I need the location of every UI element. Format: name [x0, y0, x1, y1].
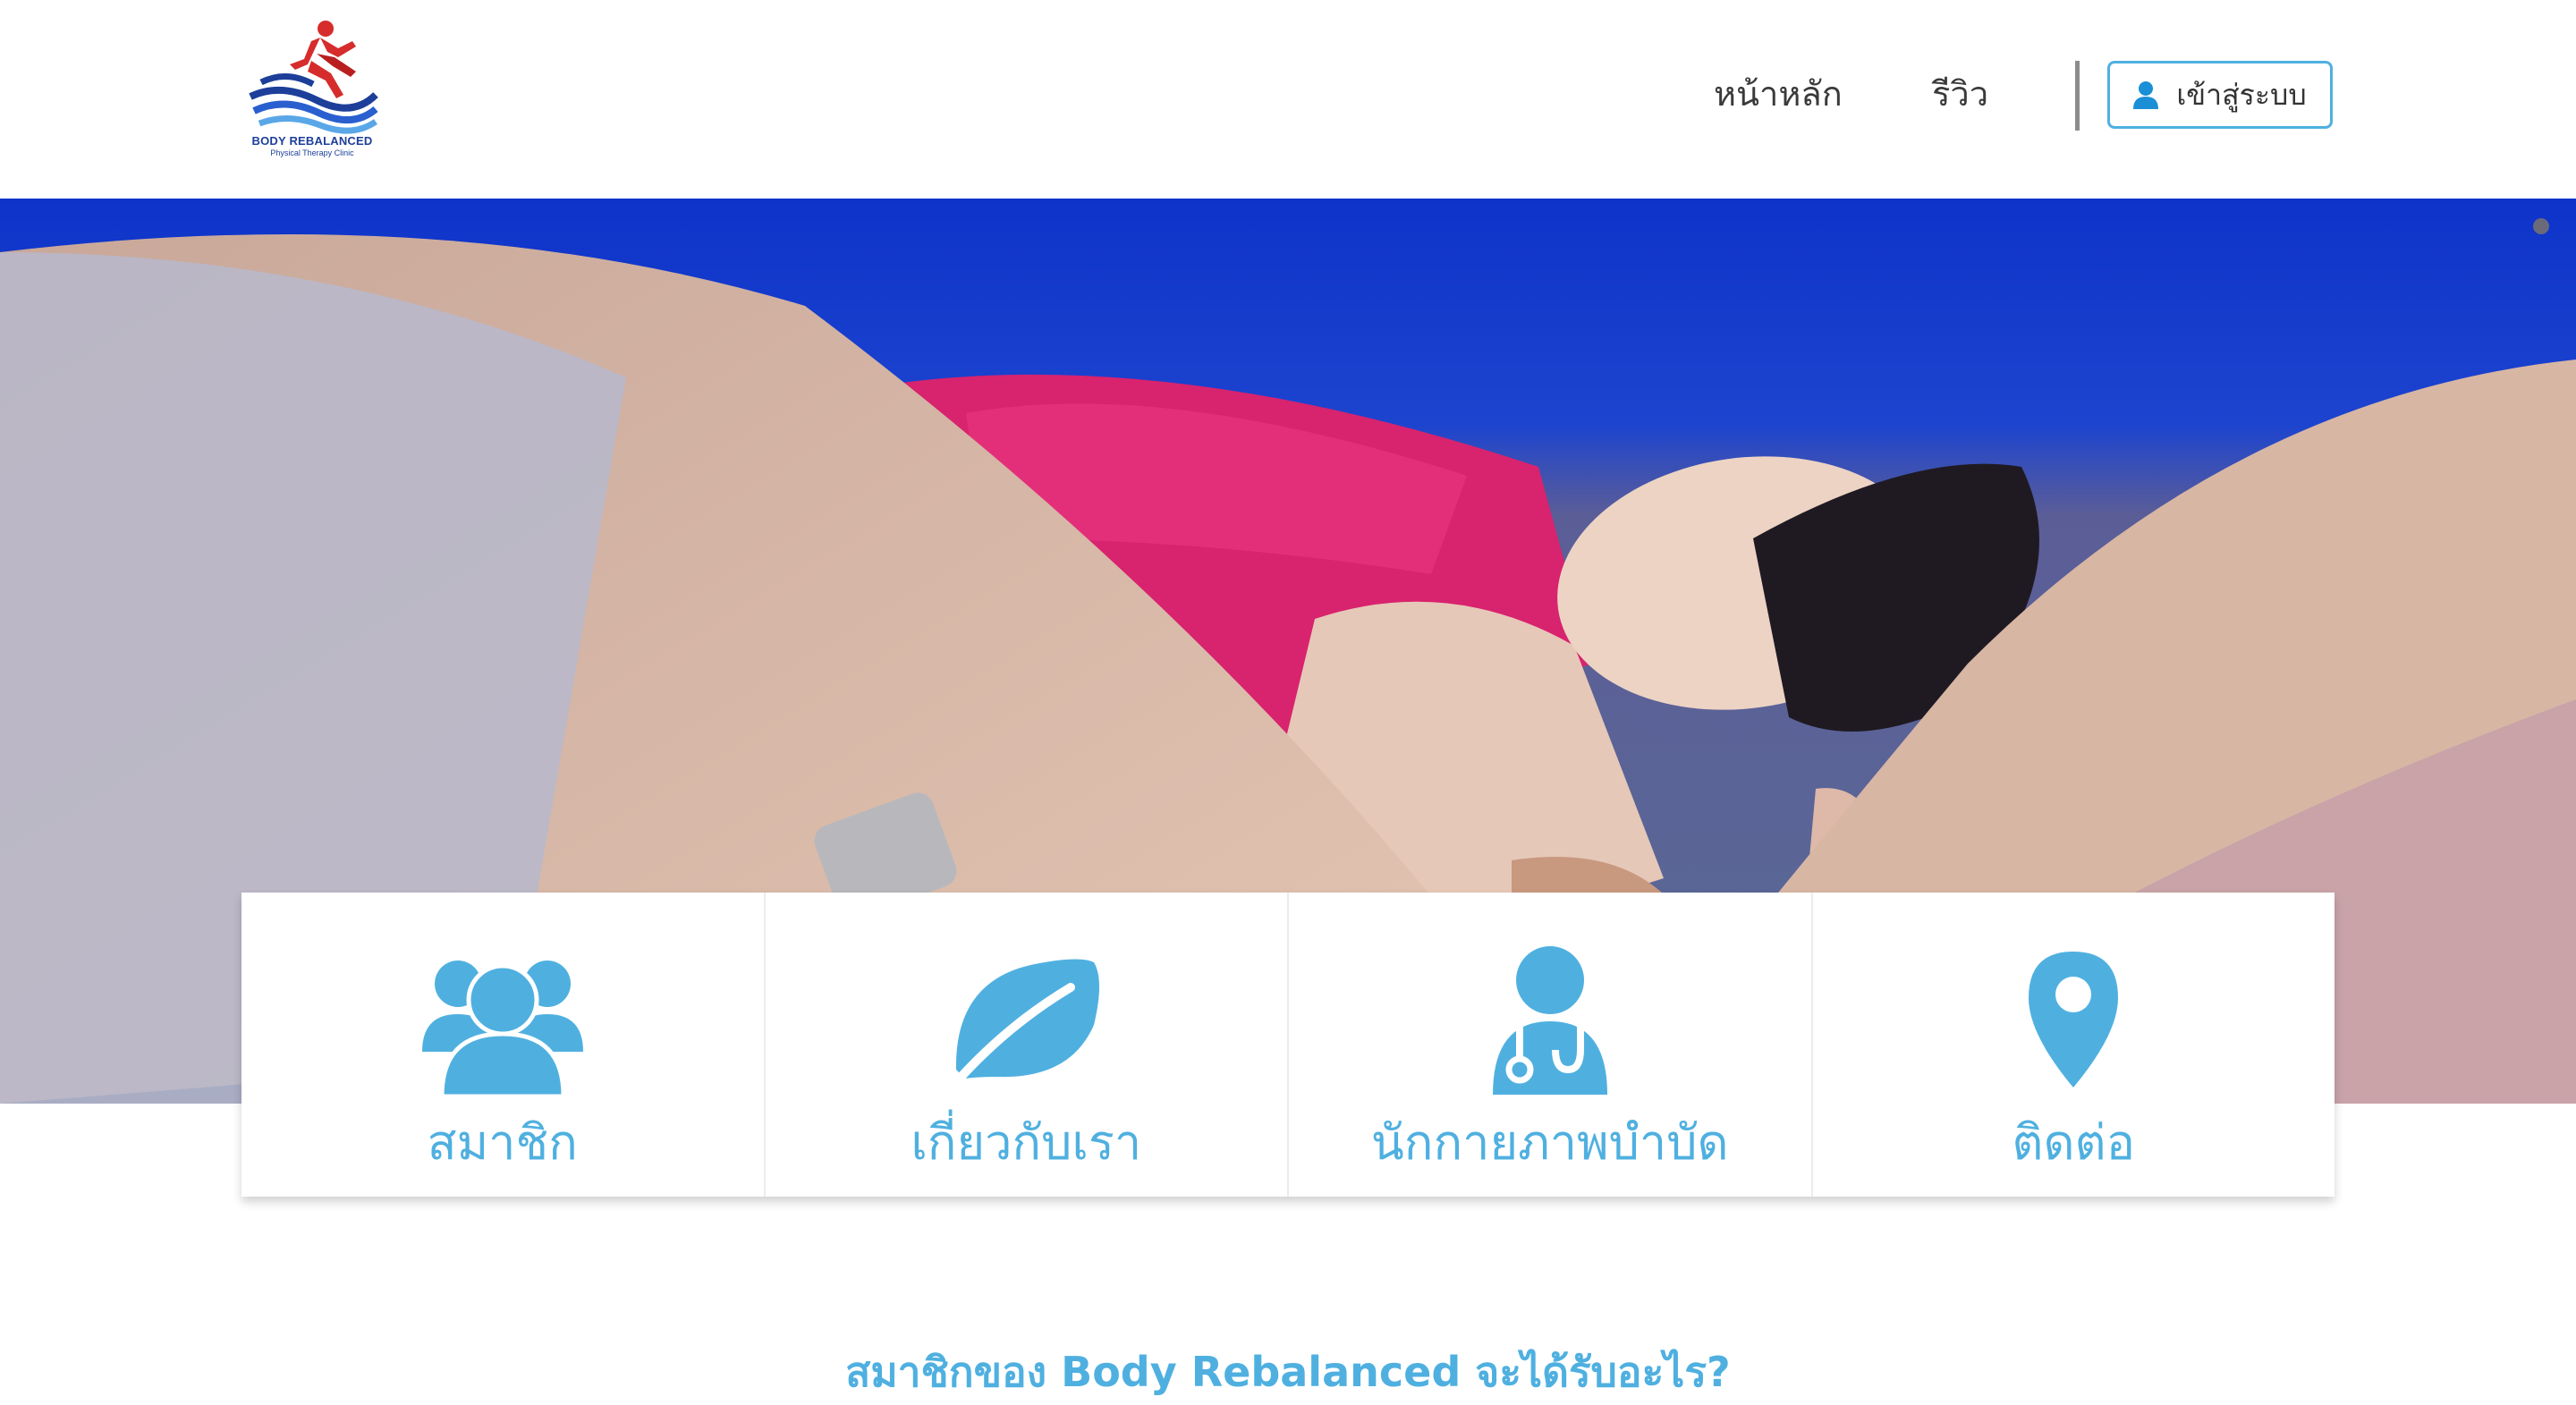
- nav-divider: [2075, 61, 2080, 131]
- feature-card-members[interactable]: สมาชิก: [242, 893, 766, 1197]
- leaf-icon: [945, 944, 1106, 1096]
- feature-card-therapists[interactable]: นักกายภาพบำบัด: [1289, 893, 1813, 1197]
- users-icon: [421, 944, 583, 1096]
- feature-label-about: เกี่ยวกับเรา: [911, 1114, 1142, 1171]
- logo-subtext: Physical Therapy Clinic: [270, 148, 354, 157]
- carousel-indicator[interactable]: [2533, 218, 2549, 234]
- site-header: BODY REBALANCED Physical Therapy Clinic …: [0, 0, 2576, 199]
- user-icon: [2133, 81, 2159, 109]
- feature-card-contact[interactable]: ติดต่อ: [1812, 893, 2334, 1197]
- logo-text: BODY REBALANCED: [251, 134, 373, 148]
- map-marker-icon: [1993, 944, 2154, 1096]
- section-title: สมาชิกของ Body Rebalanced จะได้รับอะไร?: [845, 1348, 1731, 1396]
- feature-label-members: สมาชิก: [427, 1114, 578, 1171]
- login-button[interactable]: เข้าสู่ระบบ: [2107, 61, 2333, 129]
- feature-card-about[interactable]: เกี่ยวกับเรา: [765, 893, 1289, 1197]
- feature-cards: สมาชิก เกี่ยวกับเรา นักกายภาพบำบัด ติดต่…: [242, 893, 2334, 1197]
- login-label: เข้าสู่ระบบ: [2176, 77, 2307, 112]
- feature-label-contact: ติดต่อ: [2012, 1114, 2136, 1171]
- logo-icon: [249, 21, 378, 134]
- feature-label-therapists: นักกายภาพบำบัด: [1370, 1114, 1729, 1171]
- clinic-logo[interactable]: BODY REBALANCED Physical Therapy Clinic: [245, 18, 379, 161]
- nav-review-link[interactable]: รีวิว: [1932, 66, 1988, 121]
- nav-home-link[interactable]: หน้าหลัก: [1714, 66, 1843, 121]
- doctor-icon: [1470, 944, 1631, 1096]
